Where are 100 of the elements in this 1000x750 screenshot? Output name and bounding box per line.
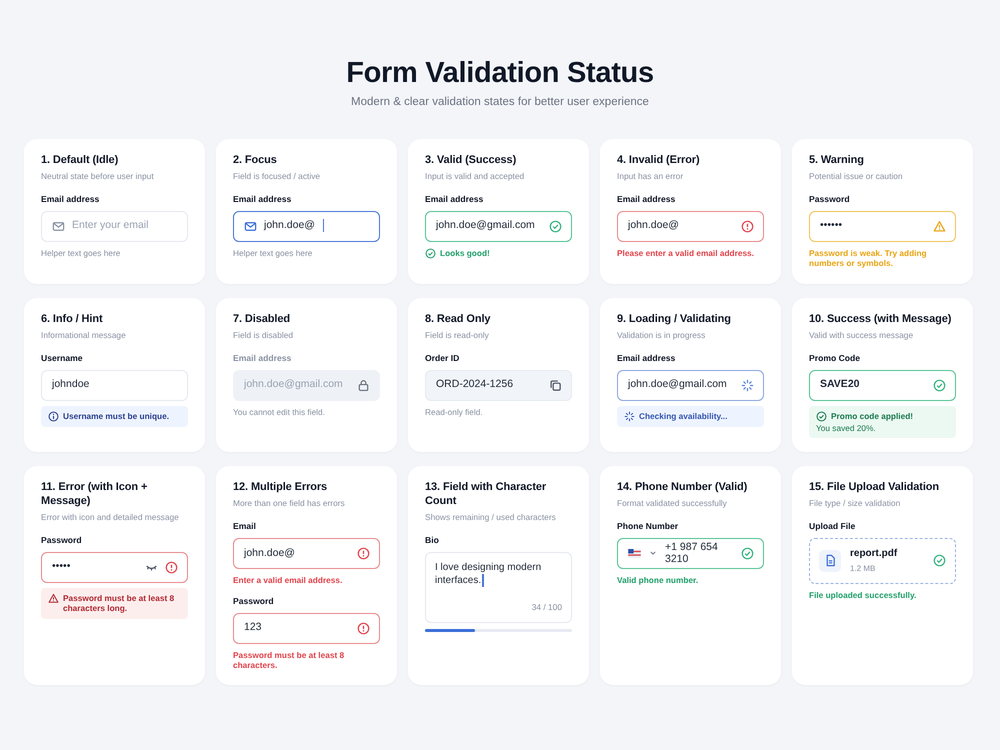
mail-icon [52,220,65,233]
input-field[interactable]: john.doe@gmail.com [617,370,764,401]
field-label: Email [233,520,257,533]
field-label: Email address [41,192,100,206]
card-title: 7. Disabled [233,313,291,327]
text-cursor [482,574,484,588]
message-detail: You saved 20%. [816,422,877,434]
file-icon [819,550,841,572]
card-subtitle: Shows remaining / used characters [425,512,557,523]
card-subtitle: Informational message [41,330,127,341]
field-label: Password [809,192,851,206]
input-field[interactable]: SAVE20 [809,370,956,401]
bio-textarea[interactable]: I love designing modern interfaces. 34 / 100 [425,552,572,623]
message-text: Checking availability... [639,410,728,422]
alert-circle-icon [357,546,370,560]
alert-circle-icon [357,622,370,635]
file-size: 1.2 MB [850,563,876,576]
input-field[interactable]: johndoe [41,370,188,401]
helper-text: Helper text goes here [41,248,122,258]
check-circle-icon [933,554,946,568]
spinner-icon [624,410,635,422]
email-field[interactable]: john.doe@ [233,210,380,242]
card-title: 5. Warning [809,154,865,168]
input-field: john.doe@gmail.com [233,370,380,401]
field-label: Email address [425,192,484,206]
error-message: Enter a valid email address. [233,574,344,586]
field-label: Email address [233,192,292,206]
character-counter: 34 / 100 [532,602,562,614]
card-subtitle: Neutral state before user input [41,170,155,182]
info-icon [48,410,59,422]
text-cursor [322,218,324,232]
card-subtitle: Field is disabled [233,330,294,341]
field-label: Email address [617,352,676,365]
warning-message: Password is weak. Try adding numbers or symbols. [809,248,928,270]
error-message: Please enter a valid email address. [617,248,755,258]
input-field[interactable]: john.doe@ [233,538,380,569]
card-subtitle: Field is read-only [425,330,490,341]
card-title: 11. Error (with Icon + Message) [41,481,148,509]
alert-circle-icon [165,560,178,574]
card-title: 6. Info / Hint [41,313,104,327]
card-subtitle: Field is focused / active [233,170,322,182]
card-title: 4. Invalid (Error) [617,154,701,168]
card-title: 1. Default (Idle) [41,154,120,168]
phone-field[interactable]: +1 987 654 3210 [617,538,764,569]
copy-icon[interactable] [549,378,562,392]
upload-dropzone[interactable]: report.pdf 1.2 MB [809,538,956,584]
card-subtitle: Potential issue or caution [809,170,904,182]
field-label: Password [233,594,275,608]
check-circle-icon [933,378,946,392]
helper-text: You cannot edit this field. [233,406,326,418]
card-title: 3. Valid (Success) [425,154,518,168]
card-subtitle: Format validated successfully [617,498,728,510]
field-label: Promo Code [809,352,862,365]
card-title: 15. File Upload Validation [809,481,940,496]
message-text: Password must be at least 8 characters long. [63,592,176,614]
field-label: Order ID [425,352,460,365]
error-message: Password must be at least 8 characters. [233,650,346,672]
warning-triangle-icon [48,592,59,604]
field-label: Bio [425,534,440,547]
input-field[interactable]: 123 [233,612,380,644]
warning-triangle-icon [933,220,946,233]
message-text: Promo code applied! [831,410,914,422]
card-title: 10. Success (with Message) [809,313,952,327]
card-subtitle: More than one field has errors [233,498,346,510]
check-circle-icon [741,546,754,560]
card-subtitle: Valid with success message [809,330,914,341]
success-message: Valid phone number. [617,574,700,586]
flag-icon [628,548,641,558]
file-name: report.pdf [850,547,898,562]
alert-circle-icon [741,220,754,233]
field-label: Username [41,352,84,365]
helper-text: Read-only field. [425,406,484,418]
field-label: Upload File [809,520,856,533]
helper-text: Helper text goes here [233,248,314,258]
card-subtitle: Validation is in progress [617,330,706,341]
check-circle-icon [549,220,562,233]
input-field[interactable]: ••••• [41,552,188,583]
input-field[interactable]: ORD-2024-1256 [425,370,572,401]
lock-icon [357,378,370,392]
card-subtitle: Input has an error [617,170,684,182]
page-subtitle: Modern & clear validation states for better user experience [350,94,650,110]
card-title: 12. Multiple Errors [233,481,328,496]
field-label: Email address [233,352,292,365]
card-subtitle: File type / size validation [809,498,902,510]
card-title: 8. Read Only [425,313,492,327]
success-message: Looks good! [440,248,490,258]
page-title: Form Validation Status [345,56,655,91]
card-subtitle: Error with icon and detailed message [41,512,180,523]
check-circle-icon [816,410,827,422]
card-title: 2. Focus [233,154,278,168]
input-field[interactable]: john.doe@gmail.com [425,210,572,242]
card-title: 14. Phone Number (Valid) [617,481,748,496]
success-message: File uploaded successfully. [809,590,918,601]
field-label: Email address [617,192,676,206]
check-circle-icon [425,248,436,259]
mail-icon [244,220,257,233]
field-label: Phone Number [617,520,680,533]
input-field[interactable]: •••••• [809,210,956,242]
input-field[interactable]: john.doe@ [617,210,764,242]
card-title: 9. Loading / Validating [617,313,732,327]
